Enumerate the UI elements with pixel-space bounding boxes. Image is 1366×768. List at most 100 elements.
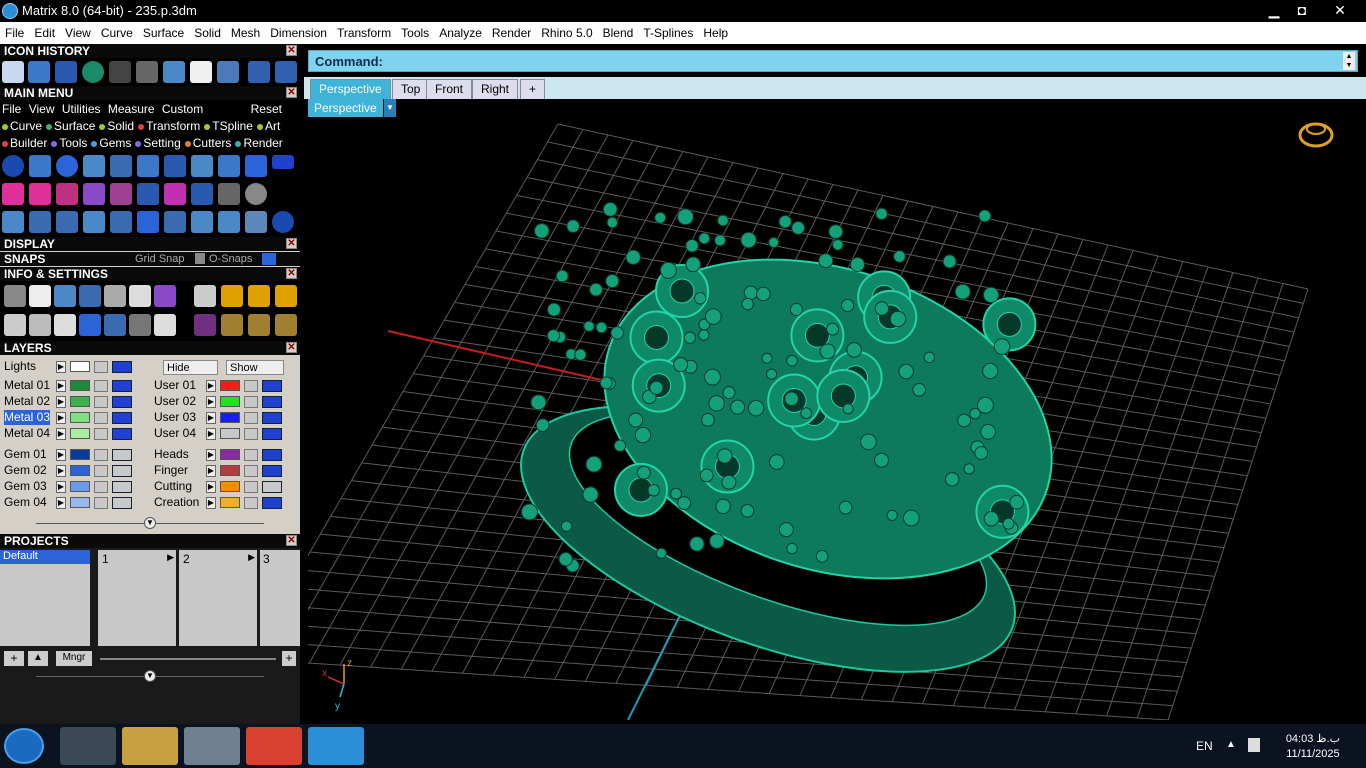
visibility-icon[interactable] xyxy=(262,412,282,424)
layer-color-swatch[interactable] xyxy=(70,449,90,460)
layer-name[interactable]: Metal 03 xyxy=(4,410,51,425)
layer-arrow-icon[interactable]: ▶ xyxy=(206,449,216,461)
visibility-icon[interactable] xyxy=(262,449,282,461)
history-tool-icon[interactable] xyxy=(55,61,77,83)
add-viewport-icon[interactable]: + xyxy=(520,79,546,99)
layer-color-swatch[interactable] xyxy=(220,412,240,423)
lock-icon[interactable] xyxy=(94,481,108,493)
menu-file[interactable]: File xyxy=(0,22,29,44)
mm-measure[interactable]: Measure xyxy=(106,100,157,116)
project-slot-1[interactable]: 1 ▶ xyxy=(98,550,176,646)
history-tool-icon[interactable] xyxy=(163,61,185,83)
layer-name[interactable]: User 01 xyxy=(154,378,196,393)
command-scroll[interactable]: ▲ ▼ xyxy=(1343,52,1355,70)
mm-file[interactable]: File xyxy=(0,100,23,116)
lock-icon[interactable] xyxy=(244,465,258,477)
layer-color-swatch[interactable] xyxy=(220,449,240,460)
layer-tool-icon[interactable] xyxy=(272,155,294,169)
shank-tool-icon[interactable] xyxy=(245,155,267,177)
layer-color-swatch[interactable] xyxy=(220,481,240,492)
back-arrow-icon[interactable] xyxy=(248,61,270,83)
scale-icon[interactable] xyxy=(164,211,186,233)
mm-tspline[interactable]: TSpline xyxy=(202,117,255,133)
tab-right[interactable]: Right xyxy=(472,79,519,99)
minimize-button[interactable]: ▁ xyxy=(1260,0,1288,20)
visibility-icon[interactable] xyxy=(262,380,282,392)
mm-cutters[interactable]: Cutters xyxy=(183,134,234,150)
solid-box-icon[interactable] xyxy=(79,314,101,336)
mm-reset[interactable]: Reset xyxy=(249,100,284,116)
history-tool-icon[interactable] xyxy=(82,61,104,83)
play-icon[interactable]: ▶ xyxy=(167,552,174,563)
layer-color-swatch[interactable] xyxy=(220,380,240,391)
layer-name[interactable]: Metal 02 xyxy=(4,394,50,409)
layer-arrow-icon[interactable]: ▶ xyxy=(206,396,216,408)
mm-surface[interactable]: Surface xyxy=(44,117,97,133)
menu-transform[interactable]: Transform xyxy=(332,22,396,44)
layer-arrow-icon[interactable]: ▶ xyxy=(206,412,216,424)
clock[interactable]: 04:03 ب.ظ 11/11/2025 xyxy=(1286,732,1340,762)
size-slider[interactable] xyxy=(100,658,276,660)
collapse-icon[interactable]: ▼ xyxy=(144,517,156,529)
menu-rhino[interactable]: Rhino 5.0 xyxy=(536,22,597,44)
viewport-label[interactable]: Perspective xyxy=(308,99,383,117)
show-button[interactable]: Show xyxy=(226,360,284,375)
visibility-icon[interactable] xyxy=(112,481,132,493)
explorer-icon[interactable] xyxy=(122,727,178,765)
layer-color-swatch[interactable] xyxy=(70,412,90,423)
menu-view[interactable]: View xyxy=(60,22,96,44)
lock-icon[interactable] xyxy=(244,380,258,392)
lock-icon[interactable] xyxy=(94,396,108,408)
close-icon[interactable]: ✕ xyxy=(286,342,297,353)
layer-name[interactable]: Gem 03 xyxy=(4,479,47,494)
halo-tool-icon[interactable] xyxy=(164,155,186,177)
maximize-button[interactable]: ◘ xyxy=(1288,0,1316,20)
new-file-icon[interactable] xyxy=(190,61,212,83)
menu-blend[interactable]: Blend xyxy=(598,22,639,44)
hide-button[interactable]: Hide xyxy=(163,360,218,375)
cut-icon[interactable] xyxy=(218,183,240,205)
visibility-icon[interactable] xyxy=(112,497,132,509)
mm-setting[interactable]: Setting xyxy=(133,134,182,150)
project-slot-2[interactable]: 2 ▶ xyxy=(179,550,257,646)
rotate-icon[interactable] xyxy=(137,211,159,233)
matrix-app-icon[interactable] xyxy=(308,727,364,765)
array-icon[interactable] xyxy=(137,183,159,205)
layer-color-swatch[interactable] xyxy=(220,428,240,439)
layer-color-swatch[interactable] xyxy=(70,380,90,391)
start-button[interactable] xyxy=(4,728,44,764)
layer-name[interactable]: Metal 04 xyxy=(4,426,50,441)
layer-name[interactable]: Cutting xyxy=(154,479,192,494)
mirror-icon[interactable] xyxy=(191,211,213,233)
history-tool-icon[interactable] xyxy=(2,61,24,83)
command-input[interactable] xyxy=(389,53,1339,70)
menu-mesh[interactable]: Mesh xyxy=(226,22,265,44)
cubes-icon[interactable] xyxy=(2,211,24,233)
mm-custom[interactable]: Custom xyxy=(160,100,205,116)
visibility-icon[interactable] xyxy=(112,449,132,461)
mm-builder[interactable]: Builder xyxy=(0,134,49,150)
align-icon[interactable] xyxy=(218,211,240,233)
layer-name[interactable]: Gem 01 xyxy=(4,447,47,462)
head-tool-icon[interactable] xyxy=(218,155,240,177)
lock-icon[interactable] xyxy=(94,497,108,509)
lock-icon[interactable] xyxy=(244,449,258,461)
mm-solid[interactable]: Solid xyxy=(97,117,136,133)
circle-tool-icon[interactable] xyxy=(2,155,24,177)
mm-transform[interactable]: Transform xyxy=(136,117,202,133)
menu-analyze[interactable]: Analyze xyxy=(434,22,487,44)
menu-curve[interactable]: Curve xyxy=(96,22,138,44)
menu-help[interactable]: Help xyxy=(698,22,733,44)
visibility-icon[interactable] xyxy=(262,396,282,408)
tab-top[interactable]: Top xyxy=(392,79,430,99)
layer-name[interactable]: Creation xyxy=(154,495,199,510)
layer-arrow-icon[interactable]: ▶ xyxy=(56,380,66,392)
gizmo2-icon[interactable] xyxy=(221,314,243,336)
layer-color-swatch[interactable] xyxy=(220,396,240,407)
layer-color-swatch[interactable] xyxy=(70,481,90,492)
layer-color-swatch[interactable] xyxy=(220,465,240,476)
bezel-tool-icon[interactable] xyxy=(83,155,105,177)
mm-view[interactable]: View xyxy=(27,100,57,116)
ring-tool-icon[interactable] xyxy=(56,155,78,177)
box-icon[interactable] xyxy=(54,314,76,336)
